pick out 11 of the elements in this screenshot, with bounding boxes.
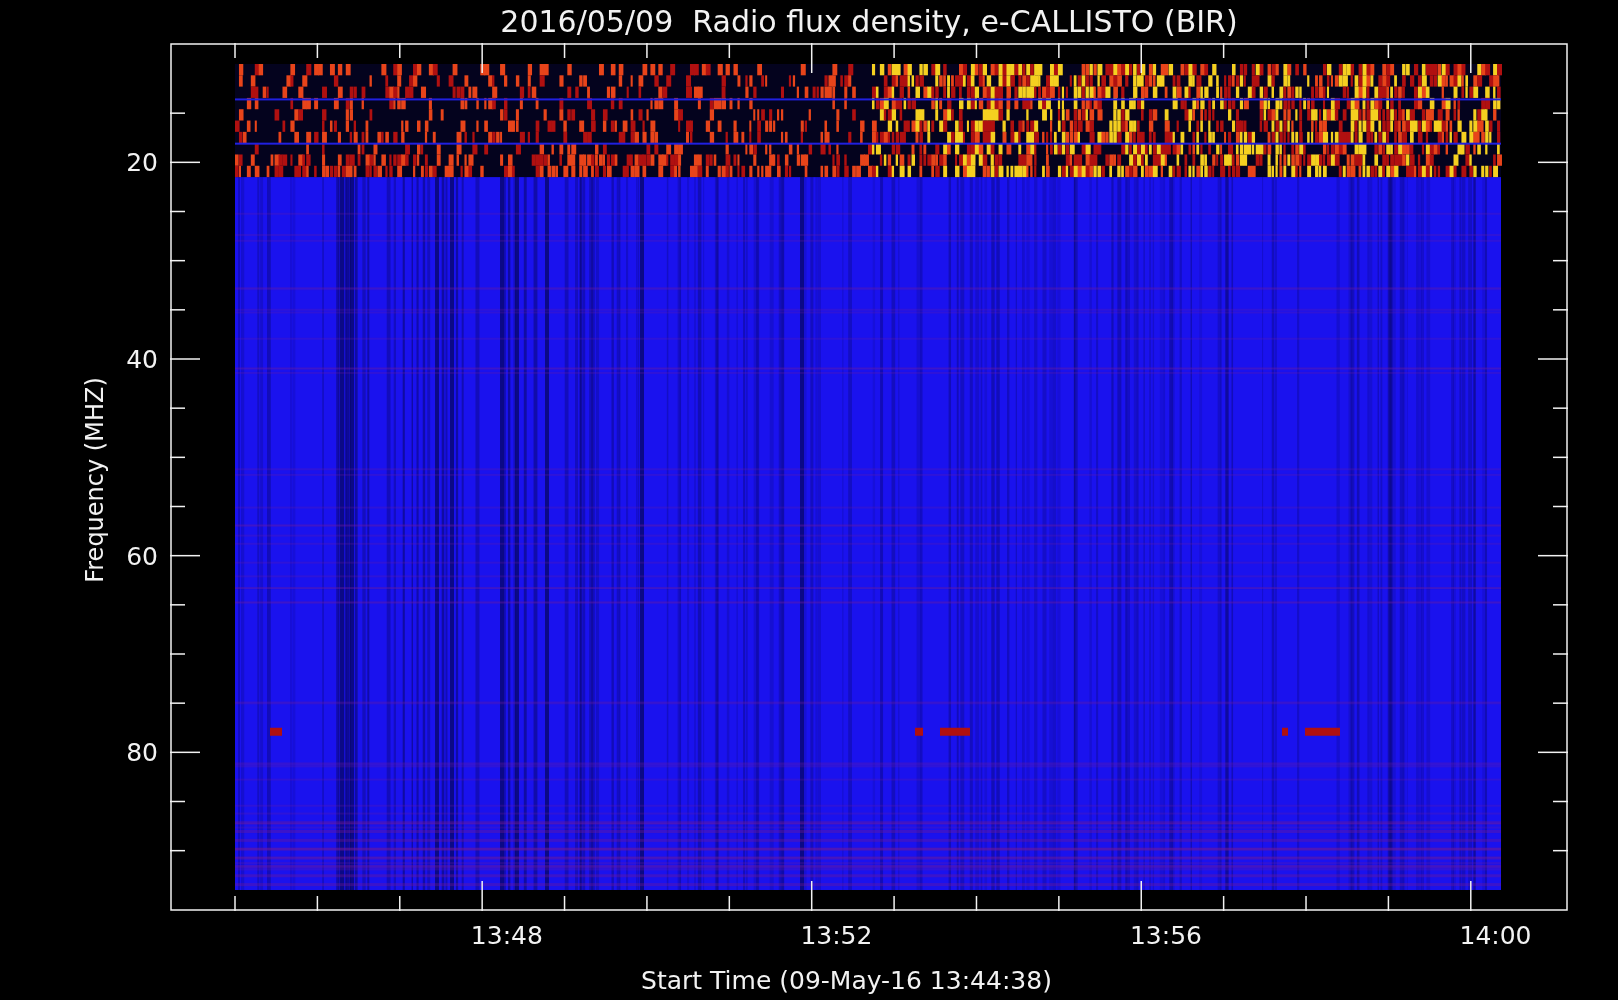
x-tick-label: 13:56 bbox=[1129, 923, 1202, 948]
y-tick-label: 40 bbox=[126, 346, 158, 372]
chart-title: 2016/05/09 Radio flux density, e-CALLISTO (BIR) bbox=[500, 6, 1238, 37]
y-axis-label: Frequency (MHZ) bbox=[83, 377, 107, 583]
x-tick-label: 13:48 bbox=[470, 923, 543, 948]
y-tick-label: 20 bbox=[126, 149, 158, 175]
x-axis-label: Start Time (09-May-16 13:44:38) bbox=[641, 968, 1052, 993]
y-tick-label: 80 bbox=[126, 739, 158, 765]
y-tick-label: 60 bbox=[126, 543, 158, 569]
x-tick-label: 14:00 bbox=[1459, 923, 1532, 948]
x-tick-label: 13:52 bbox=[800, 923, 873, 948]
